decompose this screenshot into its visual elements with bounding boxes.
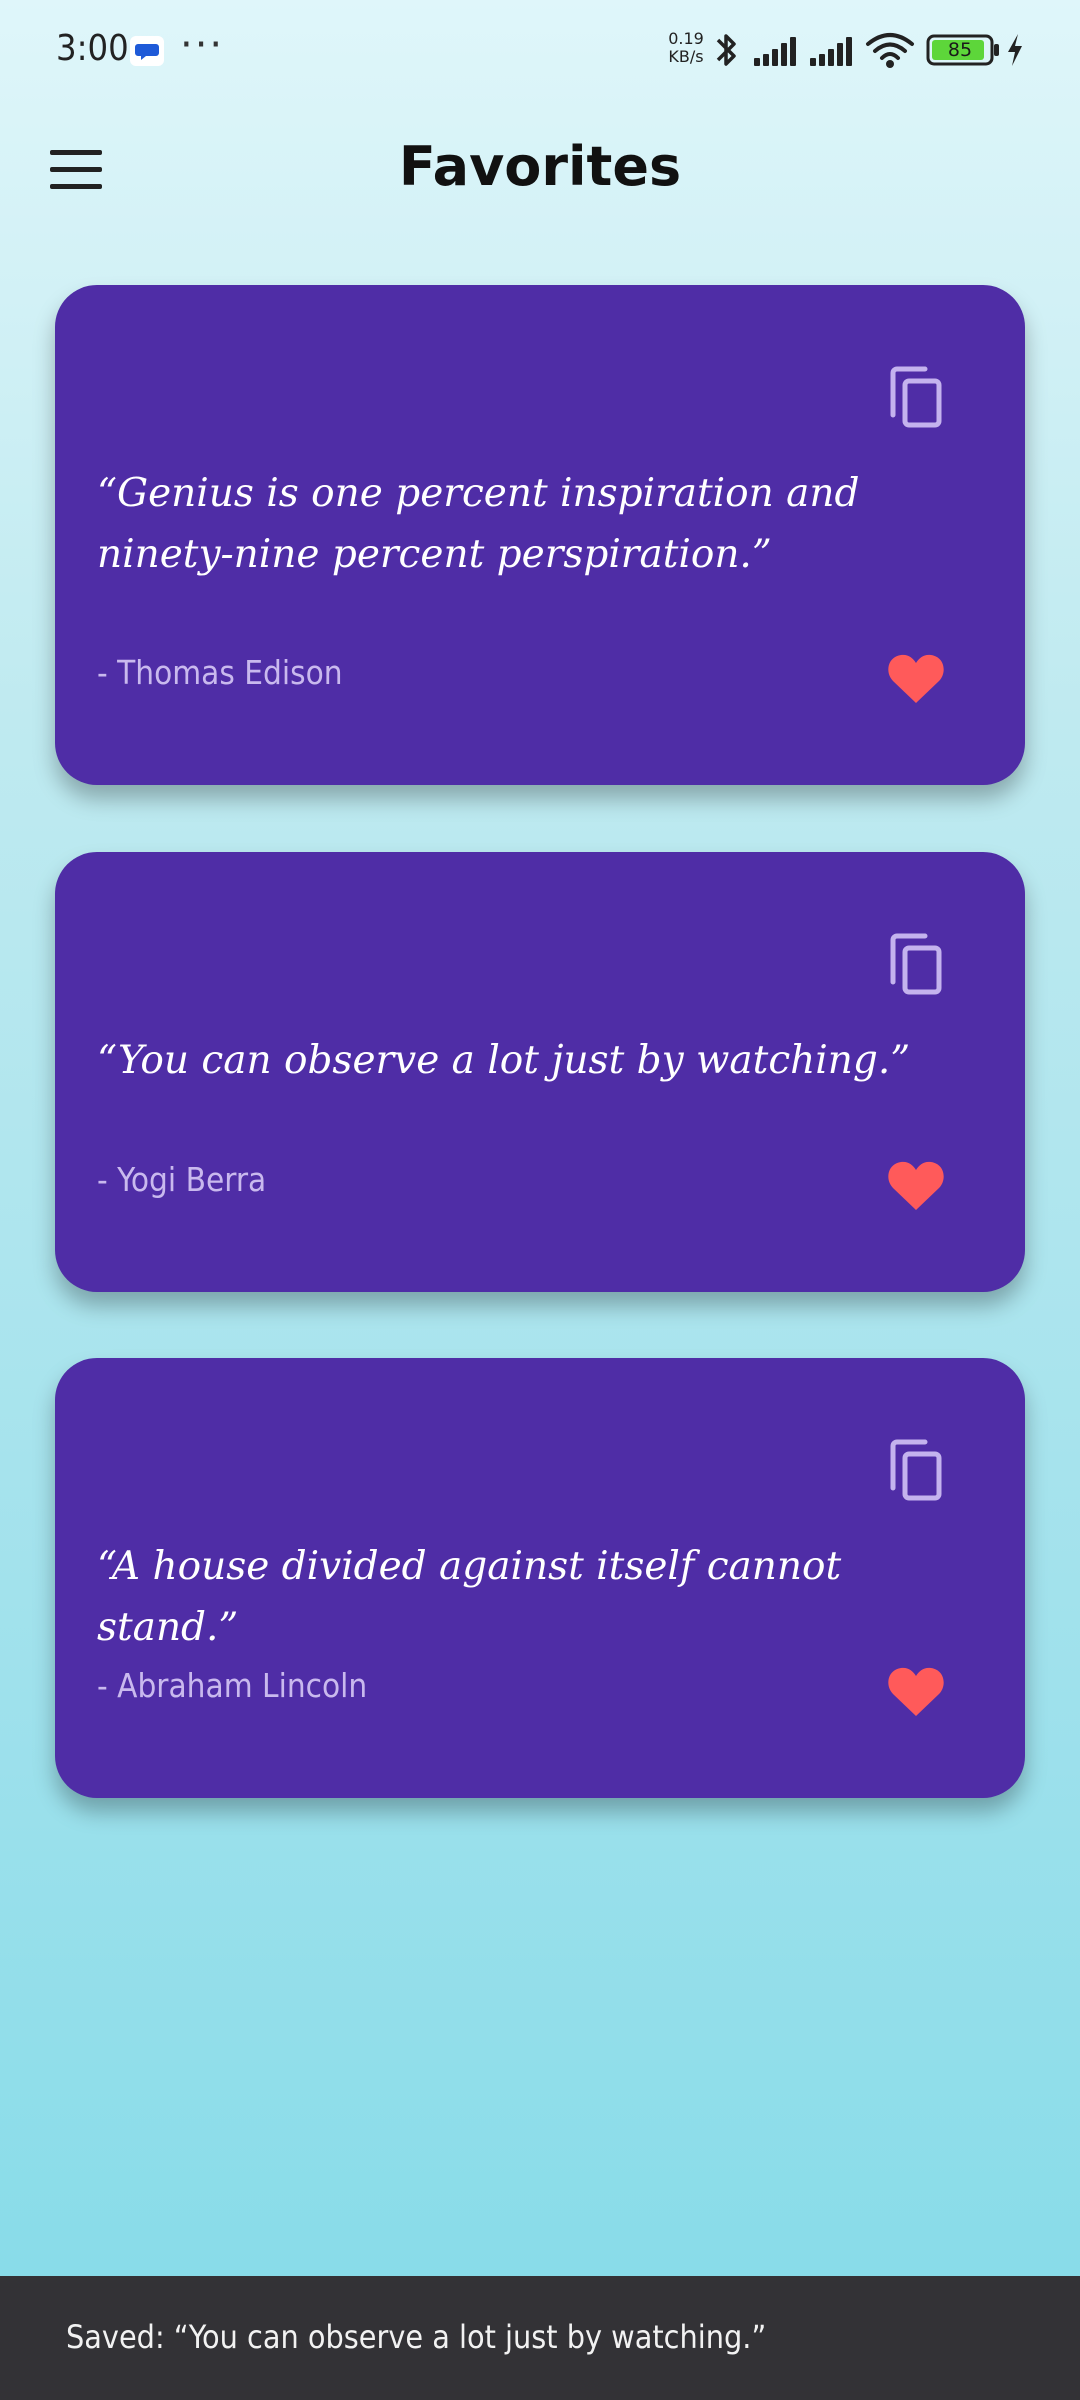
- copy-icon[interactable]: [885, 1436, 945, 1504]
- quote-text: “Genius is one percent inspiration and n…: [97, 471, 860, 577]
- quote-author: - Yogi Berra: [97, 1160, 267, 1199]
- signal-icon: [754, 37, 796, 66]
- battery-icon: 85: [926, 30, 1002, 70]
- quote-card: “A house divided against itself cannot s…: [55, 1358, 1025, 1798]
- quote-text: “A house divided against itself cannot s…: [97, 1544, 842, 1650]
- copy-icon[interactable]: [885, 930, 945, 998]
- net-speed-value: 0.19: [668, 29, 704, 48]
- snackbar: Saved: “You can observe a lot just by wa…: [0, 2276, 1080, 2400]
- copy-icon[interactable]: [885, 363, 945, 431]
- quote-card: “Genius is one percent inspiration and n…: [55, 285, 1025, 785]
- signal-icon: [810, 37, 852, 66]
- status-time: 3:00: [56, 28, 129, 69]
- more-notifications-icon: ···: [180, 22, 225, 68]
- wifi-icon: [866, 33, 914, 68]
- quote-author: - Thomas Edison: [97, 653, 343, 692]
- quote-card: “You can observe a lot just by watching.…: [55, 852, 1025, 1292]
- favorite-heart-icon[interactable]: [887, 1664, 945, 1718]
- quote-text: “You can observe a lot just by watching.…: [97, 1038, 911, 1083]
- status-bar: 3:00 ··· 0.19 KB/s 85: [0, 0, 1080, 100]
- chat-notification-icon: [130, 36, 164, 66]
- quote-author: - Abraham Lincoln: [97, 1666, 368, 1705]
- battery-level: 85: [947, 39, 973, 61]
- net-speed: 0.19 KB/s: [664, 30, 708, 66]
- page-title: Favorites: [398, 135, 682, 198]
- net-speed-unit: KB/s: [668, 47, 704, 66]
- bluetooth-icon: [716, 34, 736, 66]
- favorite-heart-icon[interactable]: [887, 1158, 945, 1212]
- snackbar-message: Saved: “You can observe a lot just by wa…: [66, 2318, 767, 2356]
- favorite-heart-icon[interactable]: [887, 651, 945, 705]
- charging-icon: [1008, 34, 1022, 66]
